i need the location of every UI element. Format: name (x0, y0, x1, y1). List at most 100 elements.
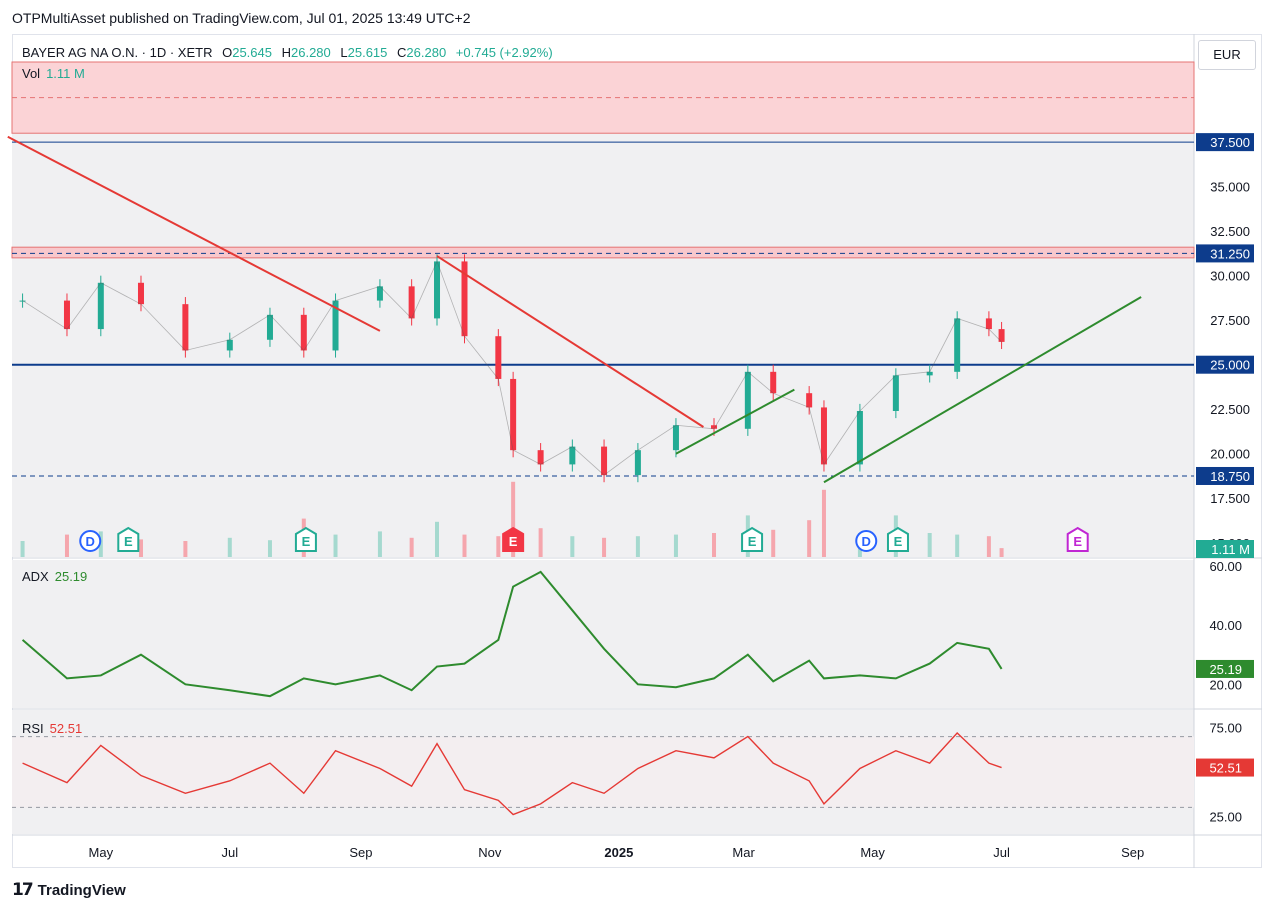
candle-body (63, 300, 70, 330)
event-letter: E (894, 534, 903, 549)
low-value: 25.615 (347, 45, 388, 60)
candle-body (97, 282, 104, 330)
volume-bar (635, 536, 640, 557)
candle-body (137, 282, 144, 305)
candle-body (892, 375, 899, 411)
candle-body (770, 371, 777, 394)
volume-bar (821, 489, 826, 557)
candle-body (266, 314, 273, 340)
event-letter: D (86, 534, 95, 549)
volume-bar (673, 534, 678, 557)
time-axis-label: Jul (993, 845, 1010, 860)
price-tick-label: 17.500 (1210, 491, 1250, 506)
volume-bar (267, 540, 272, 557)
event-marker-earnings: E (741, 526, 764, 552)
price-level-badge-text: 25.000 (1210, 358, 1250, 373)
rsi-value-badge-text: 52.51 (1209, 761, 1242, 776)
candle-body (226, 339, 233, 351)
volume-bar (64, 534, 69, 557)
price-tick-label: 30.000 (1210, 269, 1250, 284)
candle-body (300, 314, 307, 351)
candle-body (806, 393, 813, 408)
price-tick-label: 27.500 (1210, 313, 1250, 328)
event-letter: E (1073, 534, 1082, 549)
candle-body (569, 446, 576, 465)
volume-bar (712, 533, 717, 557)
candle-body (182, 304, 189, 351)
volume-value: 1.11 M (46, 66, 85, 81)
volume-bar (138, 539, 143, 557)
price-tick-label: 35.000 (1210, 180, 1250, 195)
volume-bar (771, 529, 776, 557)
price-level-badge-text: 37.500 (1210, 135, 1250, 150)
adx-tick-label: 40.00 (1209, 618, 1242, 633)
candle-body (856, 410, 863, 465)
volume-bar (999, 548, 1004, 557)
price-level-badge-text: 18.750 (1210, 469, 1250, 484)
candle-body (434, 261, 441, 319)
volume-bar (227, 537, 232, 557)
high-label: H (281, 45, 291, 60)
price-level-badge-text: 31.250 (1210, 246, 1250, 261)
volume-legend: Vol 1.11 M (22, 66, 85, 81)
high-value: 26.280 (291, 45, 331, 60)
volume-badge-text: 1.11 M (1211, 542, 1250, 557)
time-axis-label: Sep (1121, 845, 1144, 860)
adx-value-badge-text: 25.19 (1209, 662, 1242, 677)
rsi-tick-label: 75.00 (1209, 721, 1242, 736)
time-axis-label: Sep (349, 845, 372, 860)
open-value: 25.645 (232, 45, 272, 60)
event-marker-earnings: E (117, 526, 140, 552)
candle-body (672, 425, 679, 451)
time-axis-label: Jul (221, 845, 238, 860)
change-value: +0.745 (+2.92%) (455, 45, 553, 60)
price-tick-label: 32.500 (1210, 224, 1250, 239)
candle-body (634, 450, 641, 476)
symbol-label[interactable]: BAYER AG NA O.N. · 1D · XETR (22, 45, 212, 60)
event-letter: E (748, 534, 757, 549)
candle-body (601, 446, 608, 476)
adx-value: 25.19 (54, 569, 88, 584)
rsi-value: 52.51 (49, 721, 83, 736)
volume-bar (377, 531, 382, 557)
rsi-band-fill (12, 736, 1194, 808)
time-axis-label: May (89, 845, 114, 860)
volume-bar (955, 534, 960, 557)
tradingview-logo-icon: 17 (12, 880, 34, 900)
time-axis-label: Mar (732, 845, 755, 860)
volume-bar (570, 536, 575, 557)
time-axis-label: May (860, 845, 885, 860)
event-letter: E (124, 534, 133, 549)
currency-button[interactable]: EUR (1198, 40, 1256, 70)
ohlc-legend: BAYER AG NA O.N. · 1D · XETR O25.645 H26… (22, 45, 553, 60)
chart-canvas[interactable]: D E E E E D E E 35.000 32.500 30.000 27.500 22.500 20… (0, 0, 1274, 913)
volume-bar (927, 533, 932, 557)
price-pane-bg (12, 62, 1194, 557)
resistance-zone (11, 246, 1195, 259)
candle-body (744, 371, 751, 429)
candle-body (954, 318, 961, 372)
rsi-label: RSI (22, 721, 44, 736)
adx-legend: ADX 25.19 (22, 569, 87, 584)
volume-bar (496, 536, 501, 557)
price-tick-label: 20.000 (1210, 447, 1250, 462)
supply-zone (11, 61, 1195, 134)
event-letter: E (509, 534, 518, 549)
volume-bar (409, 537, 414, 557)
volume-bar (333, 534, 338, 557)
candle-body (537, 450, 544, 465)
rsi-legend: RSI 52.51 (22, 721, 82, 736)
event-marker-earnings: E (502, 526, 525, 552)
event-marker-earnings: E (1066, 526, 1089, 552)
event-marker-earnings: E (886, 526, 909, 552)
volume-bar (435, 521, 440, 557)
tradingview-footer: 17 TradingView (12, 880, 126, 900)
event-marker-dividend: D (855, 530, 878, 552)
candle-body (495, 336, 502, 379)
volume-bar (986, 536, 991, 557)
rsi-tick-label: 25.00 (1209, 809, 1242, 824)
brand-label: TradingView (37, 881, 126, 899)
volume-bar (20, 541, 25, 557)
event-marker-earnings: E (294, 526, 317, 552)
adx-tick-label: 60.00 (1209, 559, 1242, 574)
